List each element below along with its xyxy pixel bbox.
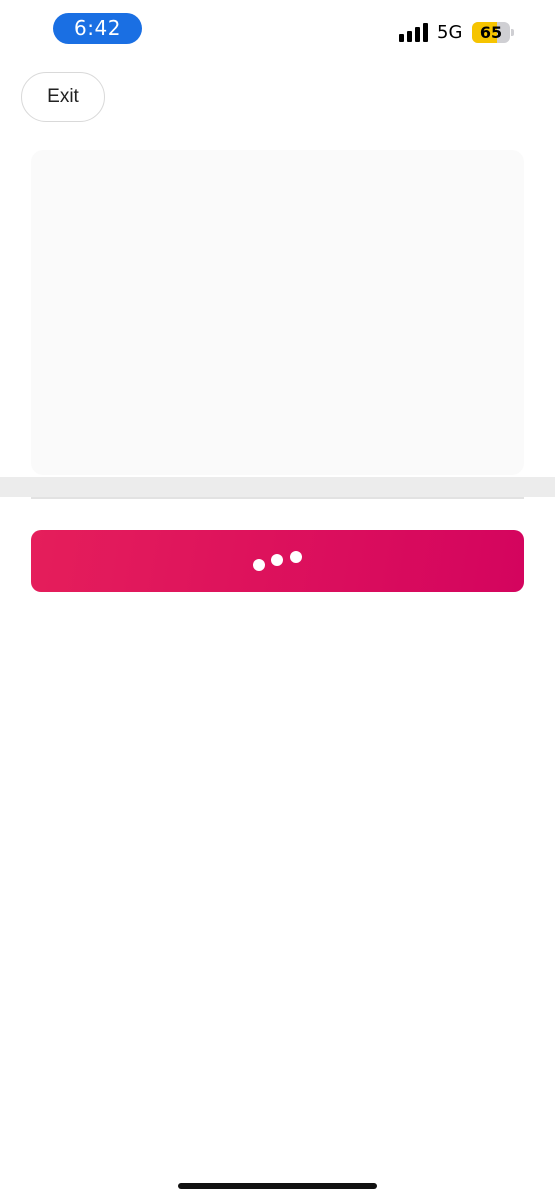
network-type: 5G xyxy=(437,22,463,43)
battery-level: 65 xyxy=(479,23,503,42)
screen: 6:42 5G 65 Exit xyxy=(0,0,555,1200)
home-indicator[interactable] xyxy=(178,1183,377,1189)
loading-dots-icon xyxy=(31,530,524,592)
status-bar: 6:42 5G 65 xyxy=(0,0,555,58)
signal-strength-icon xyxy=(399,23,428,42)
battery-tip xyxy=(511,29,514,36)
loading-dot xyxy=(271,554,283,566)
loading-dot xyxy=(290,551,302,563)
primary-action-button[interactable] xyxy=(31,530,524,592)
exit-button[interactable]: Exit xyxy=(21,72,105,122)
content-placeholder-card xyxy=(31,150,524,475)
section-divider xyxy=(0,477,555,497)
loading-dot xyxy=(253,559,265,571)
status-time[interactable]: 6:42 xyxy=(53,13,142,44)
battery-icon: 65 xyxy=(472,22,510,43)
divider-line xyxy=(31,497,524,499)
